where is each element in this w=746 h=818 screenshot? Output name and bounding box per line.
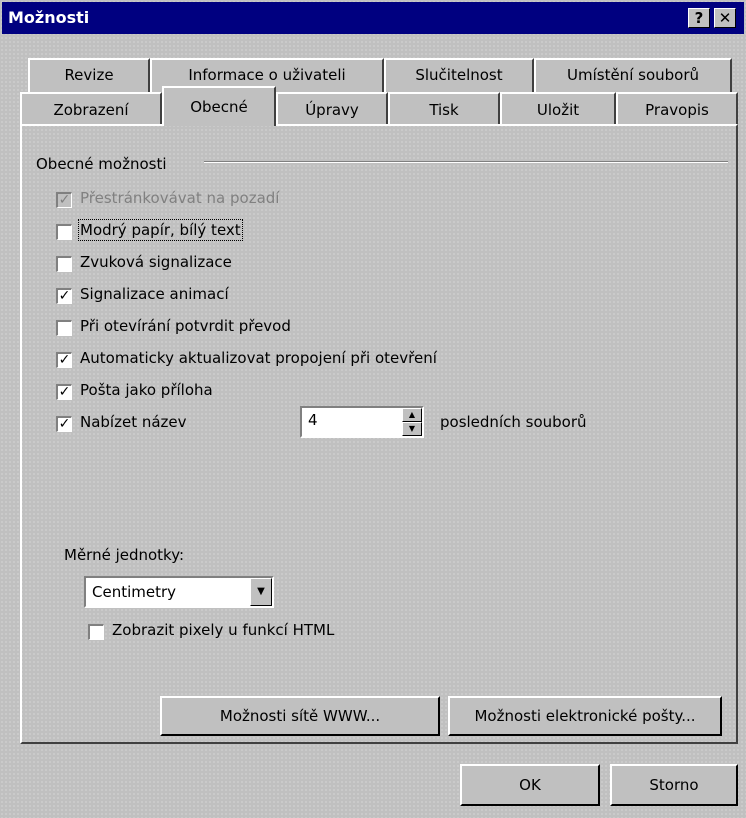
- checkbox-prestrankovavat: ✓: [56, 192, 72, 208]
- label-posta-jako-priloha[interactable]: Pošta jako příloha: [80, 381, 213, 399]
- tab-slucitelnost[interactable]: Slučitelnost: [384, 58, 534, 92]
- tab-umisteni-souboru[interactable]: Umístění souborů: [534, 58, 732, 92]
- tab-zobrazeni[interactable]: Zobrazení: [20, 92, 162, 126]
- checkbox-nabizet-nazev[interactable]: ✓: [56, 416, 72, 432]
- label-signalizace-animaci[interactable]: Signalizace animací: [80, 285, 229, 303]
- email-options-button[interactable]: Možnosti elektronické pošty...: [448, 696, 722, 736]
- checkbox-signalizace-animaci[interactable]: ✓: [56, 288, 72, 304]
- tab-pravopis[interactable]: Pravopis: [616, 92, 738, 126]
- units-select[interactable]: Centimetry ▼: [84, 576, 274, 608]
- tab-upravy[interactable]: Úpravy: [276, 92, 388, 126]
- tab-revize[interactable]: Revize: [28, 58, 150, 92]
- label-zobrazit-pixely[interactable]: Zobrazit pixely u funkcí HTML: [112, 621, 334, 639]
- label-poslednich-souboru: posledních souborů: [440, 413, 587, 431]
- label-nabizet-nazev[interactable]: Nabízet název: [80, 413, 187, 431]
- title-bar[interactable]: Možnosti ? ✕: [2, 2, 744, 34]
- recent-files-spinner[interactable]: 4 ▲ ▼: [300, 406, 424, 438]
- label-prestrankovavat: Přestránkovávat na pozadí: [80, 189, 280, 207]
- checkbox-zvukova-signalizace[interactable]: [56, 256, 72, 272]
- checkbox-modry-papir[interactable]: [56, 224, 72, 240]
- spinner-buttons[interactable]: ▲ ▼: [402, 408, 422, 436]
- chevron-down-icon[interactable]: ▼: [250, 578, 272, 606]
- label-potvrdit-prevod[interactable]: Při otevírání potvrdit převod: [80, 317, 291, 335]
- checkbox-potvrdit-prevod[interactable]: [56, 320, 72, 336]
- help-button[interactable]: ?: [688, 8, 710, 28]
- units-select-value[interactable]: Centimetry: [92, 583, 176, 601]
- group-divider: [204, 161, 728, 163]
- tab-obecne[interactable]: Obecné: [162, 86, 276, 126]
- label-merne-jednotky: Měrné jednotky:: [64, 546, 185, 564]
- checkbox-zobrazit-pixely[interactable]: [88, 624, 104, 640]
- close-button[interactable]: ✕: [714, 8, 736, 28]
- checkbox-aktualizovat-propojeni[interactable]: ✓: [56, 352, 72, 368]
- label-aktualizovat-propojeni[interactable]: Automaticky aktualizovat propojení při o…: [80, 349, 437, 367]
- checkbox-posta-jako-priloha[interactable]: ✓: [56, 384, 72, 400]
- options-dialog: Možnosti ? ✕ Revize Informace o uživatel…: [0, 0, 746, 818]
- ok-button[interactable]: OK: [460, 764, 600, 806]
- spin-down-icon[interactable]: ▼: [402, 422, 422, 436]
- label-modry-papir[interactable]: Modrý papír, bílý text: [78, 219, 243, 241]
- spin-up-icon[interactable]: ▲: [402, 408, 422, 422]
- window-title: Možnosti: [8, 8, 90, 27]
- label-zvukova-signalizace[interactable]: Zvuková signalizace: [80, 253, 232, 271]
- tab-ulozit[interactable]: Uložit: [500, 92, 616, 126]
- recent-files-value[interactable]: 4: [308, 411, 318, 429]
- cancel-button[interactable]: Storno: [610, 764, 738, 806]
- group-label-obecne-moznosti: Obecné možnosti: [36, 155, 167, 173]
- tab-tisk[interactable]: Tisk: [388, 92, 500, 126]
- web-options-button[interactable]: Možnosti sítě WWW...: [160, 696, 440, 736]
